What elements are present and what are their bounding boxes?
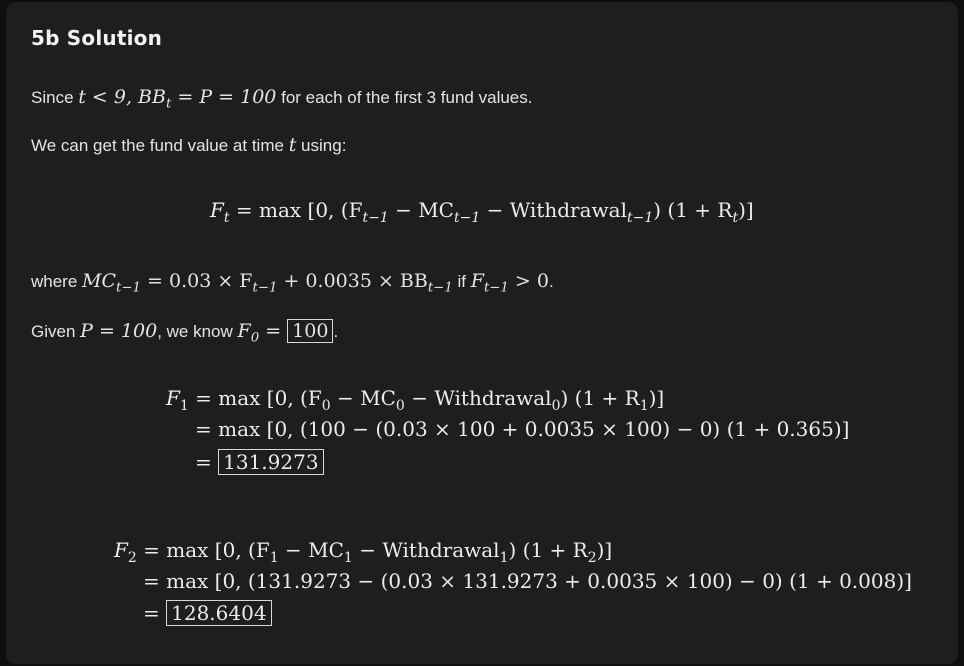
intro-paragraph: Since t < 9, BBt = P = 100 for each of t… xyxy=(31,86,533,112)
condition-math: t < 9, BBt = P = 100 xyxy=(78,86,277,112)
f0-result-box: 100 xyxy=(287,319,334,343)
where-paragraph: where MCt−1 = 0.03 × Ft−1 + 0.0035 × BBt… xyxy=(31,270,554,296)
section-title: 5b Solution xyxy=(31,26,163,50)
f1-line-3: = 131.9273 xyxy=(195,449,324,475)
given-paragraph: Given P = 100, we know F0 = 100. xyxy=(31,319,339,346)
f2-line-1: F2 = max [0, (F1 − MC1 − Withdrawal1) (1… xyxy=(114,538,613,566)
f2-result-box: 128.6404 xyxy=(166,600,272,626)
f1-line-2: = max [0, (100 − (0.03 × 100 + 0.0035 × … xyxy=(195,417,850,441)
f2-line-2: = max [0, (131.9273 − (0.03 × 131.9273 +… xyxy=(143,569,912,593)
general-fund-equation: Ft = max [0, (Ft−1 − MCt−1 − Withdrawalt… xyxy=(210,198,754,226)
f2-line-3: = 128.6404 xyxy=(143,600,272,626)
f1-line-1: F1 = max [0, (F0 − MC0 − Withdrawal0) (1… xyxy=(166,386,665,414)
solution-card: 5b Solution Since t < 9, BBt = P = 100 f… xyxy=(6,2,958,664)
method-paragraph: We can get the fund value at time t usin… xyxy=(31,134,347,156)
f1-result-box: 131.9273 xyxy=(218,449,324,475)
